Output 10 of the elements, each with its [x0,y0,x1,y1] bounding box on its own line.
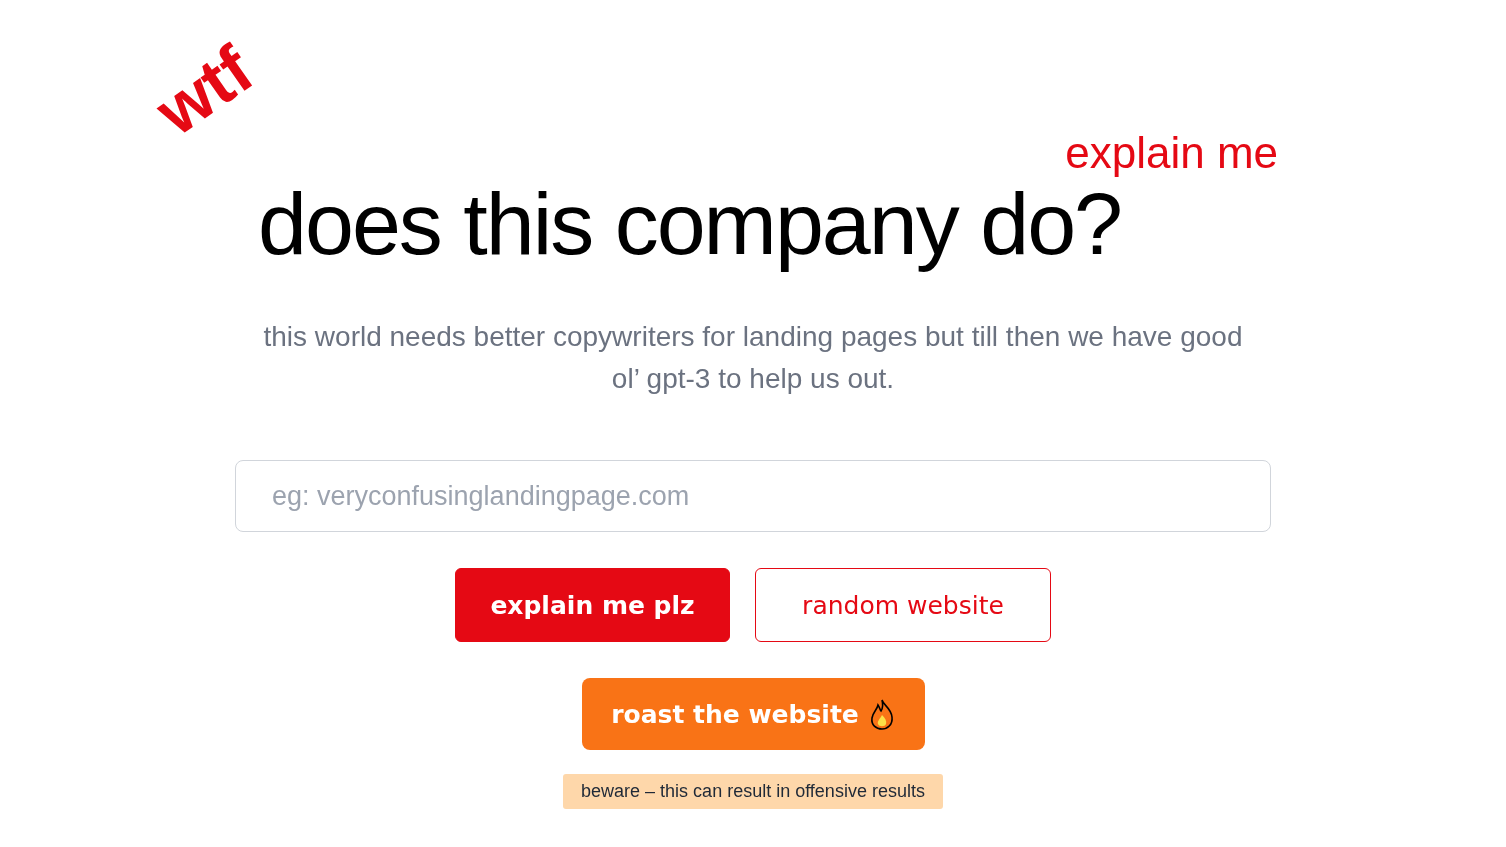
wtf-label: wtf [144,34,264,146]
page-heading: does this company do? [258,178,1121,270]
url-field[interactable]: eg: veryconfusinglandingpage.com [235,460,1271,532]
random-button[interactable]: random website [755,568,1051,642]
explain-button[interactable]: explain me plz [455,568,730,642]
warning-note: beware – this can result in offensive results [563,774,943,809]
subtitle: this world needs better copywriters for landing pages but till then we have good ol’ gpt-3 to help us out. [262,320,1244,396]
roast-button[interactable]: roast the website [581,678,925,750]
fire-icon [868,698,895,730]
kicker-text: explain me [1065,128,1278,178]
